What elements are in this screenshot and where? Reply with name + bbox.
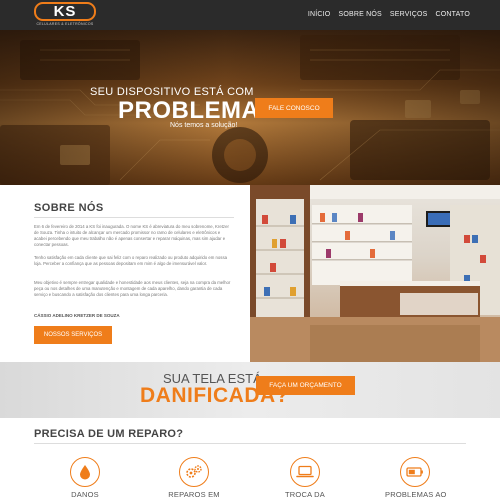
service-item-repairs[interactable]: REPAROS EM: [164, 457, 224, 499]
store-interior-illustration: [250, 185, 500, 362]
damaged-screen-banner: SUA TELA ESTÁ DANIFICADA? FAÇA UM ORÇAME…: [0, 362, 500, 418]
about-signature: CÁSSIO ADELINO KRETZER DE SOUZA: [34, 313, 120, 318]
service-item-problems[interactable]: PROBLEMAS AO: [385, 457, 447, 499]
hero-banner: SEU DISPOSITIVO ESTÁ COM PROBLEMAS? Nós …: [0, 30, 500, 185]
gears-icon: [186, 465, 202, 478]
services-title: PRECISA DE UM REPARO?: [34, 428, 184, 440]
logo-subtitle: CELULARES & ELETRÔNICOS: [36, 22, 94, 26]
laptop-icon: [296, 465, 314, 478]
nav-item-sobre-nos[interactable]: SOBRE NÓS: [338, 11, 381, 18]
about-paragraph-2: Tenho satisfação em cada cliente que sai…: [34, 255, 227, 266]
our-services-button[interactable]: NOSSOS SERVIÇOS: [34, 326, 112, 344]
nav-item-contato[interactable]: CONTATO: [436, 11, 470, 18]
water-drop-icon: [80, 465, 90, 480]
service-item-water-damage[interactable]: DANOS: [55, 457, 115, 499]
nav-item-servicos[interactable]: SERVIÇOS: [390, 11, 428, 18]
service-icon-circle: [290, 457, 320, 487]
logo-text: KS: [53, 3, 77, 20]
about-title: SOBRE NÓS: [34, 202, 104, 214]
store-photo: [250, 185, 500, 362]
contact-button[interactable]: FALE CONOSCO: [255, 98, 333, 118]
service-icon-circle: [179, 457, 209, 487]
about-section: SOBRE NÓS Em 6 de fevereiro de 2014 a KS…: [0, 185, 250, 362]
service-icon-circle: [400, 457, 430, 487]
nav-item-inicio[interactable]: INÍCIO: [308, 11, 331, 18]
logo-mark: KS: [34, 2, 96, 21]
service-icon-circle: [70, 457, 100, 487]
battery-icon: [406, 467, 423, 477]
service-label: REPAROS EM: [168, 490, 220, 499]
main-nav: INÍCIO SOBRE NÓS SERVIÇOS CONTATO: [308, 11, 470, 18]
services-divider: [34, 443, 466, 444]
hero-subtitle: Nós temos a solução!: [170, 122, 238, 129]
brand-logo[interactable]: KS CELULARES & ELETRÔNICOS: [34, 2, 96, 28]
about-paragraph-3: Meu objetivo é sempre entregar qualidade…: [34, 280, 231, 297]
about-paragraph-1: Em 6 de fevereiro de 2014 a KS foi inaug…: [34, 224, 229, 247]
about-divider: [34, 217, 234, 218]
service-label: DANOS: [71, 490, 99, 499]
service-label: TROCA DA: [285, 490, 325, 499]
service-label: PROBLEMAS AO: [385, 490, 447, 499]
request-quote-button[interactable]: FAÇA UM ORÇAMENTO: [256, 376, 355, 395]
service-item-replacement[interactable]: TROCA DA: [275, 457, 335, 499]
site-header: KS CELULARES & ELETRÔNICOS INÍCIO SOBRE …: [0, 0, 500, 30]
